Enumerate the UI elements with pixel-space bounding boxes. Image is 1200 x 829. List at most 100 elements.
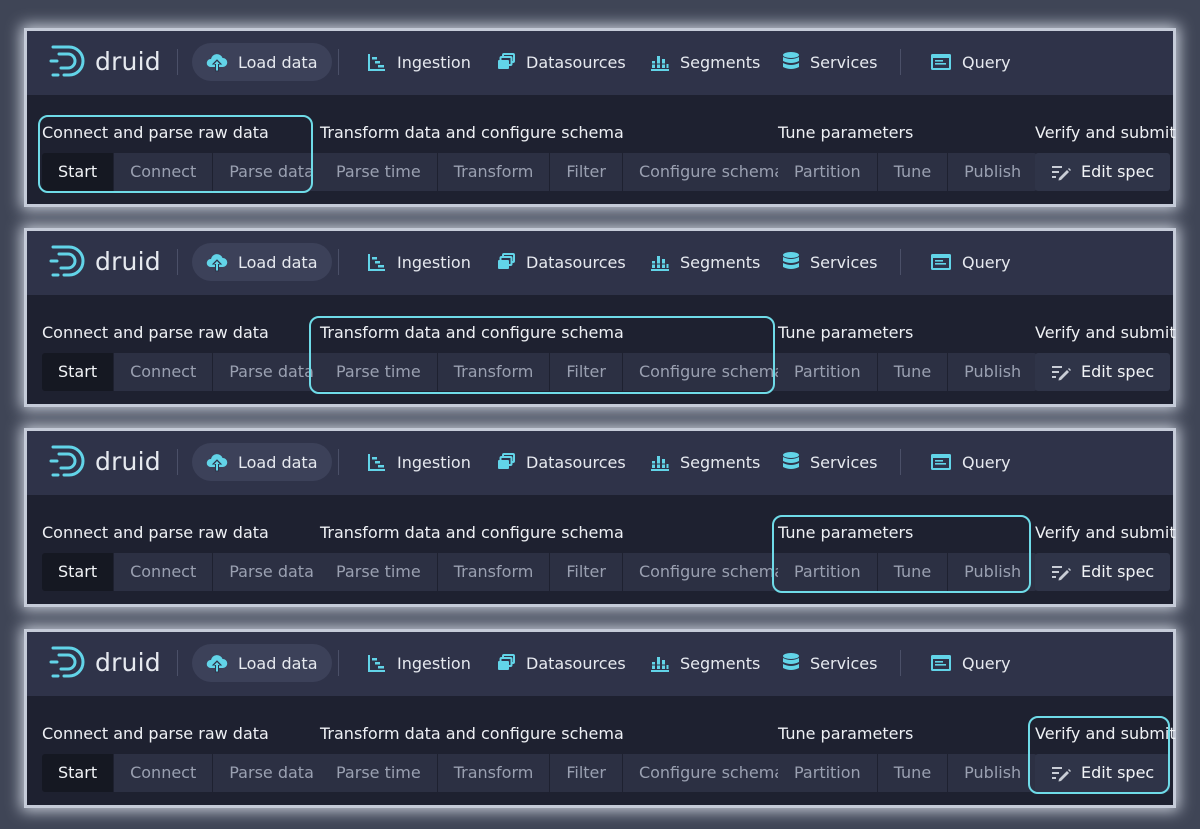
nav-item-label: Ingestion	[397, 452, 471, 472]
nav-item-label: Services	[810, 52, 878, 72]
multi-select-icon	[496, 252, 516, 272]
step-button-connect[interactable]: Connect	[114, 153, 214, 191]
step-button-transform[interactable]: Transform	[437, 553, 551, 591]
step-button-label: Tune	[893, 763, 932, 782]
step-button-start[interactable]: Start	[42, 353, 115, 391]
step-button-transform[interactable]: Transform	[437, 754, 551, 792]
nav-divider	[338, 49, 339, 75]
step-button-parse-time[interactable]: Parse time	[320, 153, 438, 191]
brand-name: druid	[95, 46, 161, 76]
step-button-tune[interactable]: Tune	[877, 353, 949, 391]
nav-item-load-data[interactable]: Load data	[192, 443, 332, 481]
step-button-group: Partition Tune Publish	[778, 353, 1038, 391]
step-button-group: Partition Tune Publish	[778, 754, 1038, 792]
nav-item-services[interactable]: Services	[782, 243, 877, 281]
nav-item-label: Segments	[680, 653, 761, 673]
step-button-publish[interactable]: Publish	[948, 553, 1038, 591]
step-button-label: Tune	[893, 162, 932, 181]
step-button-connect[interactable]: Connect	[114, 353, 214, 391]
nav-item-query[interactable]: Query	[930, 43, 1011, 81]
step-button-start[interactable]: Start	[42, 153, 115, 191]
nav-item-datasources[interactable]: Datasources	[496, 644, 626, 682]
step-button-tune[interactable]: Tune	[877, 553, 949, 591]
step-button-start[interactable]: Start	[42, 553, 115, 591]
step-button-filter[interactable]: Filter	[550, 553, 623, 591]
step-button-publish[interactable]: Publish	[948, 754, 1038, 792]
nav-item-ingestion[interactable]: Ingestion	[367, 443, 471, 481]
nav-item-query[interactable]: Query	[930, 243, 1011, 281]
step-button-filter[interactable]: Filter	[550, 153, 623, 191]
nav-item-ingestion[interactable]: Ingestion	[367, 43, 471, 81]
nav-item-services[interactable]: Services	[782, 644, 877, 682]
nav-item-datasources[interactable]: Datasources	[496, 43, 626, 81]
step-button-edit-spec[interactable]: Edit spec	[1035, 754, 1171, 792]
step-button-publish[interactable]: Publish	[948, 153, 1038, 191]
step-group-title: Verify and submit	[1035, 323, 1176, 342]
step-button-configure-schema[interactable]: Configure schema	[622, 754, 801, 792]
nav-item-query[interactable]: Query	[930, 644, 1011, 682]
nav-item-label: Query	[962, 452, 1011, 472]
step-button-partition[interactable]: Partition	[778, 553, 878, 591]
step-button-edit-spec[interactable]: Edit spec	[1035, 153, 1171, 191]
step-button-group: Start Connect Parse data	[42, 353, 330, 391]
step-button-parse-time[interactable]: Parse time	[320, 754, 438, 792]
step-button-label: Parse time	[336, 162, 421, 181]
nav-item-datasources[interactable]: Datasources	[496, 443, 626, 481]
nav-item-label: Datasources	[526, 653, 626, 673]
step-button-connect[interactable]: Connect	[114, 754, 214, 792]
step-button-parse-data[interactable]: Parse data	[213, 353, 330, 391]
nav-item-ingestion[interactable]: Ingestion	[367, 644, 471, 682]
brand-name: druid	[95, 446, 161, 476]
step-button-publish[interactable]: Publish	[948, 353, 1038, 391]
nav-divider	[900, 249, 901, 275]
nav-divider	[177, 449, 178, 475]
nav-item-load-data[interactable]: Load data	[192, 644, 332, 682]
step-button-edit-spec[interactable]: Edit spec	[1035, 353, 1171, 391]
nav-item-segments[interactable]: Segments	[650, 644, 760, 682]
step-button-connect[interactable]: Connect	[114, 553, 214, 591]
step-button-label: Parse time	[336, 763, 421, 782]
step-group-title: Transform data and configure schema	[320, 523, 624, 542]
druid-logo[interactable]: druid	[49, 243, 161, 279]
nav-item-ingestion[interactable]: Ingestion	[367, 243, 471, 281]
step-button-configure-schema[interactable]: Configure schema	[622, 353, 801, 391]
step-button-configure-schema[interactable]: Configure schema	[622, 553, 801, 591]
step-button-parse-data[interactable]: Parse data	[213, 754, 330, 792]
nav-item-services[interactable]: Services	[782, 43, 877, 81]
step-button-configure-schema[interactable]: Configure schema	[622, 153, 801, 191]
druid-logo[interactable]: druid	[49, 443, 161, 479]
nav-divider	[177, 249, 178, 275]
step-group-connect-and-parse-raw-data: Connect and parse raw data Start Connect P…	[42, 519, 330, 591]
druid-logo[interactable]: druid	[49, 644, 161, 680]
step-button-tune[interactable]: Tune	[877, 754, 949, 792]
nav-item-services[interactable]: Services	[782, 443, 877, 481]
step-button-partition[interactable]: Partition	[778, 353, 878, 391]
step-button-label: Publish	[964, 362, 1022, 381]
nav-item-datasources[interactable]: Datasources	[496, 243, 626, 281]
step-button-start[interactable]: Start	[42, 754, 115, 792]
nav-item-segments[interactable]: Segments	[650, 443, 760, 481]
nav-divider	[338, 249, 339, 275]
step-button-partition[interactable]: Partition	[778, 754, 878, 792]
step-button-edit-spec[interactable]: Edit spec	[1035, 553, 1171, 591]
step-button-parse-time[interactable]: Parse time	[320, 553, 438, 591]
step-button-tune[interactable]: Tune	[877, 153, 949, 191]
wizard-steps: Connect and parse raw data Start Connect P…	[27, 295, 1176, 404]
druid-logo[interactable]: druid	[49, 43, 161, 79]
nav-item-query[interactable]: Query	[930, 443, 1011, 481]
step-button-parse-time[interactable]: Parse time	[320, 353, 438, 391]
step-button-filter[interactable]: Filter	[550, 353, 623, 391]
step-button-group: Partition Tune Publish	[778, 553, 1038, 591]
step-button-label: Configure schema	[638, 362, 785, 381]
step-button-parse-data[interactable]: Parse data	[213, 553, 330, 591]
nav-item-load-data[interactable]: Load data	[192, 43, 332, 81]
step-button-transform[interactable]: Transform	[437, 353, 551, 391]
nav-item-segments[interactable]: Segments	[650, 43, 760, 81]
step-group-verify-and-submit: Verify and submit Edit spec	[1035, 720, 1176, 792]
nav-item-segments[interactable]: Segments	[650, 243, 760, 281]
nav-item-load-data[interactable]: Load data	[192, 243, 332, 281]
step-button-partition[interactable]: Partition	[778, 153, 878, 191]
step-button-filter[interactable]: Filter	[550, 754, 623, 792]
step-button-parse-data[interactable]: Parse data	[213, 153, 330, 191]
step-button-transform[interactable]: Transform	[437, 153, 551, 191]
